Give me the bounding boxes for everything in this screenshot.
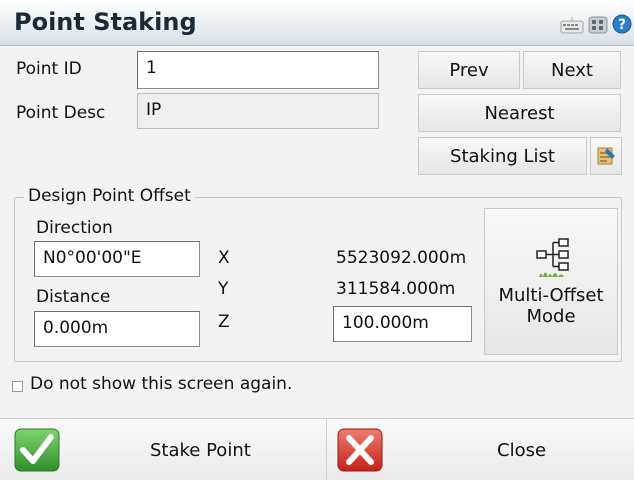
distance-input[interactable]: 0.000m <box>34 311 200 347</box>
point-id-input[interactable]: 1 <box>137 51 379 89</box>
direction-input[interactable]: N0°00'00"E <box>34 241 200 277</box>
design-point-offset-legend: Design Point Offset <box>24 186 195 206</box>
point-desc-label: Point Desc <box>16 103 106 123</box>
close-button[interactable]: Close <box>327 418 634 480</box>
y-label: Y <box>218 279 229 299</box>
z-input[interactable]: 100.000m <box>333 306 472 342</box>
close-icon <box>337 428 383 477</box>
multi-offset-mode-button[interactable]: Multi-Offset Mode <box>484 208 618 355</box>
z-label: Z <box>218 312 230 332</box>
stake-point-label: Stake Point <box>150 440 251 461</box>
list-edit-icon <box>597 147 615 165</box>
stake-point-button[interactable]: Stake Point <box>0 418 326 480</box>
multi-offset-label-line1: Multi-Offset <box>498 284 604 306</box>
point-id-label: Point ID <box>16 59 82 79</box>
point-desc-field: IP <box>137 93 379 129</box>
staking-list-button[interactable]: Staking List <box>418 137 587 175</box>
multi-offset-icon <box>536 237 569 277</box>
prev-button[interactable]: Prev <box>418 51 520 89</box>
dont-show-checkbox[interactable] <box>12 381 23 392</box>
nearest-button[interactable]: Nearest <box>418 94 621 132</box>
x-label: X <box>218 248 230 268</box>
y-value: 311584.000m <box>336 279 456 299</box>
direction-label: Direction <box>36 218 113 238</box>
multi-offset-label-line2: Mode <box>526 305 576 327</box>
window-title: Point Staking <box>14 8 197 36</box>
staking-list-picker-button[interactable] <box>590 137 622 175</box>
next-button[interactable]: Next <box>523 51 621 89</box>
svg-text:?: ? <box>618 17 626 33</box>
close-label: Close <box>497 440 547 461</box>
distance-label: Distance <box>36 287 111 307</box>
dont-show-label: Do not show this screen again. <box>30 374 293 394</box>
help-icon[interactable]: ? <box>612 14 632 39</box>
grid-icon[interactable] <box>588 16 608 39</box>
keyboard-icon[interactable] <box>560 16 584 39</box>
x-value: 5523092.000m <box>336 248 467 268</box>
checkmark-icon <box>14 428 60 477</box>
